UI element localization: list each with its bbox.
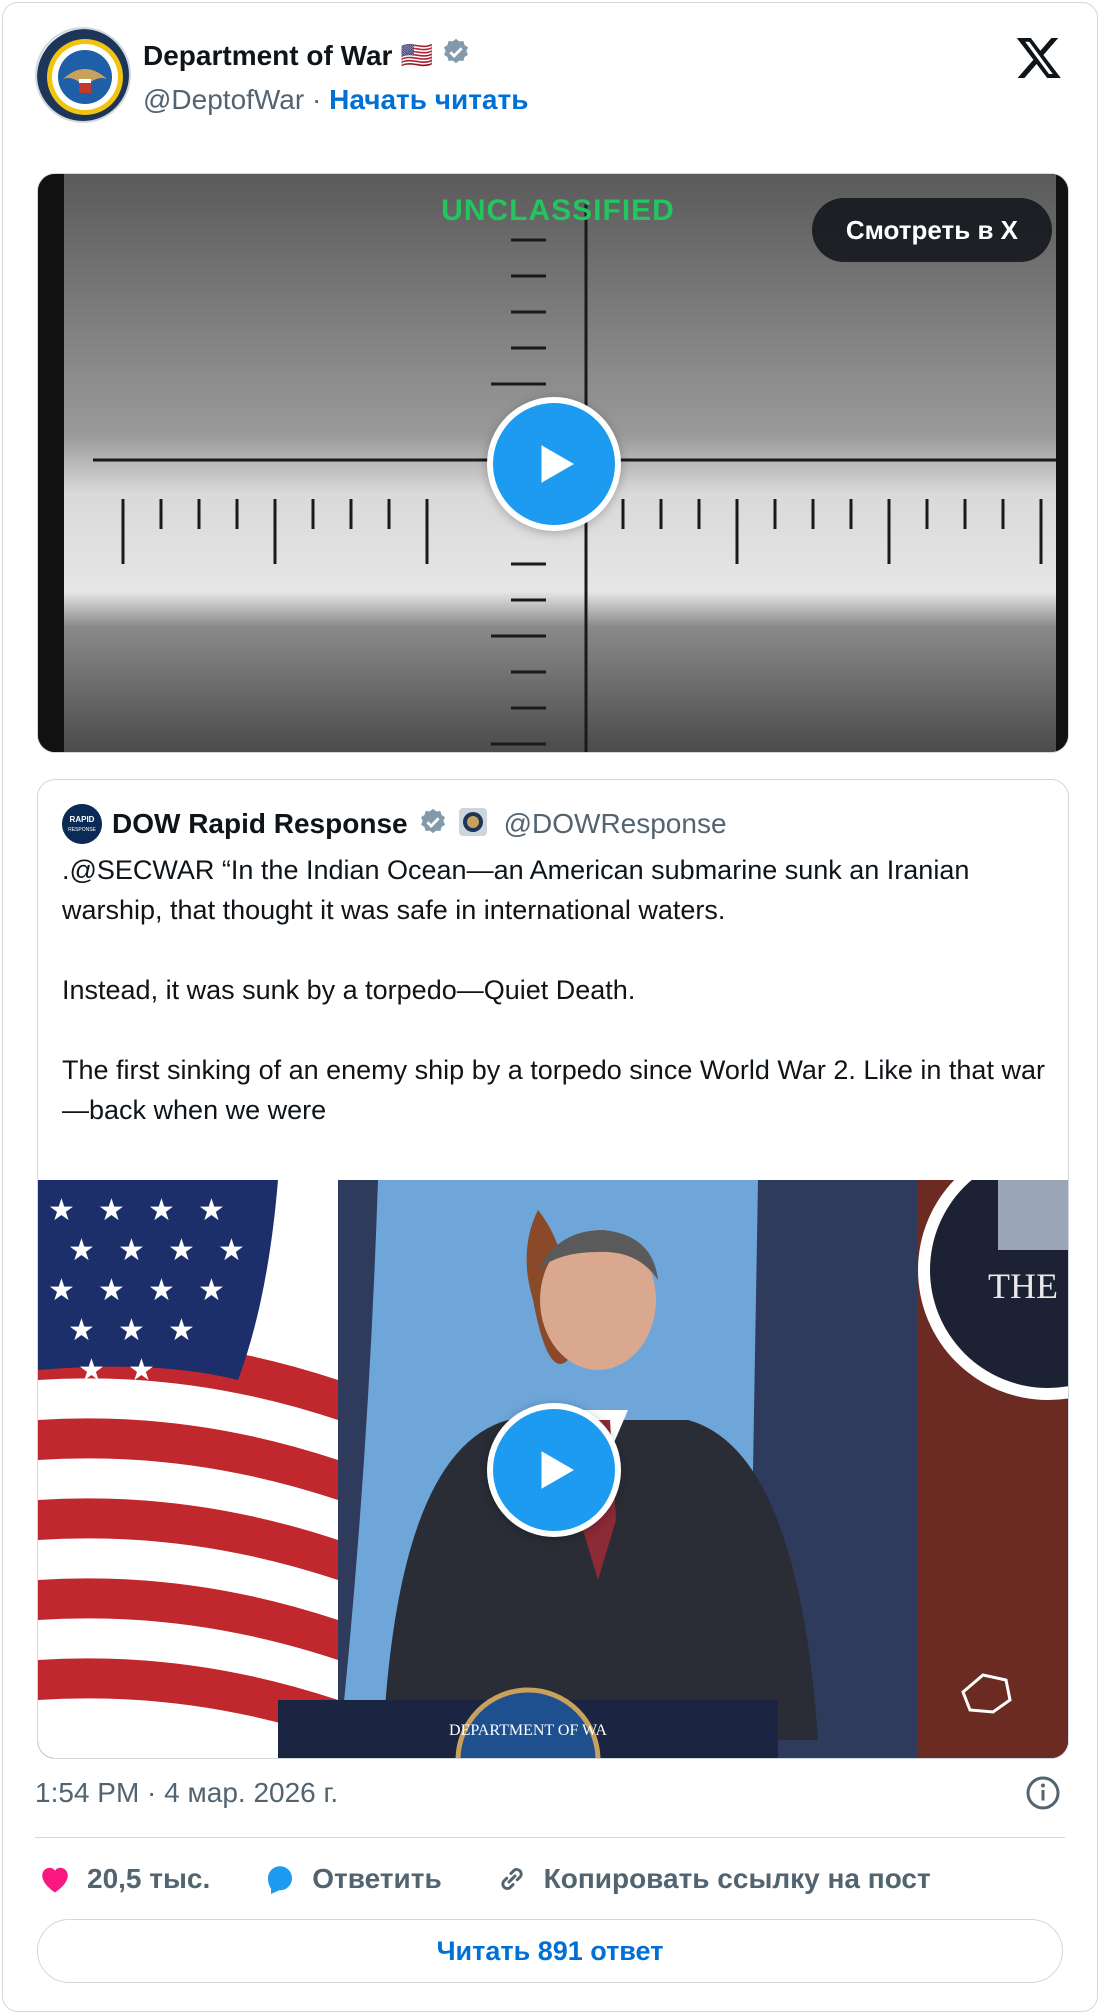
play-icon	[541, 1451, 574, 1489]
svg-text:★: ★	[68, 1233, 95, 1268]
quoted-author-name: DOW Rapid Response	[112, 808, 408, 839]
flag-icon: 🇺🇸	[400, 40, 433, 70]
svg-text:★: ★	[78, 1353, 105, 1388]
author-block: Department of War 🇺🇸 @DeptofWar · Начать…	[143, 37, 528, 116]
video-player-2[interactable]: ★ ★ ★ ★ ★ ★ ★ ★ ★ ★ ★ ★ ★ ★ ★ ★ ★ THE DE…	[38, 1180, 1068, 1758]
link-icon	[501, 1868, 523, 1890]
reply-button[interactable]: Ответить	[262, 1861, 442, 1897]
podium-seal-text: DEPARTMENT OF WA	[449, 1722, 607, 1739]
watermark-label: UNCLASSIFIED	[441, 194, 675, 227]
tweet-card: Department of War 🇺🇸 @DeptofWar · Начать…	[2, 2, 1098, 2012]
svg-text:★: ★	[218, 1233, 245, 1268]
quoted-author-handle: @DOWResponse	[503, 808, 727, 839]
copy-link-button[interactable]: Копировать ссылку на пост	[494, 1861, 931, 1897]
author-name[interactable]: Department of War	[143, 40, 392, 72]
quoted-header: RAPID RESPONSE DOW Rapid Response @DOWRe…	[62, 804, 727, 844]
quoted-tweet-text: .@SECWAR “In the Indian Ocean—an America…	[62, 855, 1045, 1125]
author-avatar[interactable]	[35, 27, 131, 123]
svg-text:★: ★	[148, 1273, 175, 1308]
verified-badge-icon	[418, 807, 448, 842]
watch-on-x-button[interactable]: Смотреть в X	[811, 198, 1052, 262]
comment-icon	[268, 1866, 293, 1894]
svg-text:★: ★	[198, 1273, 225, 1308]
quoted-avatar[interactable]: RAPID RESPONSE	[62, 804, 102, 844]
svg-text:★: ★	[128, 1353, 155, 1388]
svg-text:★: ★	[168, 1233, 195, 1268]
svg-text:★: ★	[98, 1193, 125, 1228]
reply-label: Ответить	[312, 1863, 442, 1894]
divider	[35, 1837, 1065, 1838]
copy-link-label: Копировать ссылку на пост	[543, 1863, 931, 1894]
svg-text:RESPONSE: RESPONSE	[68, 827, 96, 833]
follow-link[interactable]: Начать читать	[329, 84, 528, 115]
heart-icon	[42, 1867, 68, 1893]
play-icon	[541, 445, 574, 483]
tweet-timestamp[interactable]: 1:54 PM · 4 мар. 2026 г.	[35, 1777, 338, 1809]
svg-text:★: ★	[198, 1193, 225, 1228]
seal-text: THE	[988, 1266, 1058, 1306]
author-handle[interactable]: @DeptofWar	[143, 84, 304, 115]
info-icon[interactable]	[1025, 1775, 1061, 1811]
svg-text:★: ★	[118, 1233, 145, 1268]
separator-dot: ·	[312, 84, 322, 115]
play-button-2[interactable]	[487, 1403, 621, 1537]
svg-text:★: ★	[48, 1273, 75, 1308]
svg-text:★: ★	[118, 1313, 145, 1348]
svg-text:★: ★	[148, 1193, 175, 1228]
svg-text:★: ★	[168, 1313, 195, 1348]
svg-text:RAPID: RAPID	[70, 815, 95, 824]
video-player-1[interactable]: UNCLASSIFIED Смотреть в X	[37, 173, 1069, 753]
government-badge-icon	[458, 807, 488, 842]
tweet-header: Department of War 🇺🇸 @DeptofWar · Начать…	[35, 27, 1073, 127]
svg-text:★: ★	[68, 1313, 95, 1348]
like-count: 20,5 тыс.	[87, 1863, 211, 1894]
play-button-1[interactable]	[487, 397, 621, 531]
x-logo-icon[interactable]	[1015, 33, 1063, 81]
actions-bar: 20,5 тыс. Ответить Копировать ссылку на …	[37, 1855, 983, 1903]
svg-text:★: ★	[98, 1273, 125, 1308]
read-replies-button[interactable]: Читать 891 ответ	[37, 1919, 1063, 1983]
quoted-tweet[interactable]: RAPID RESPONSE DOW Rapid Response @DOWRe…	[37, 779, 1069, 1759]
svg-text:★: ★	[48, 1193, 75, 1228]
like-button[interactable]: 20,5 тыс.	[37, 1861, 210, 1897]
verified-badge-icon	[441, 37, 471, 74]
